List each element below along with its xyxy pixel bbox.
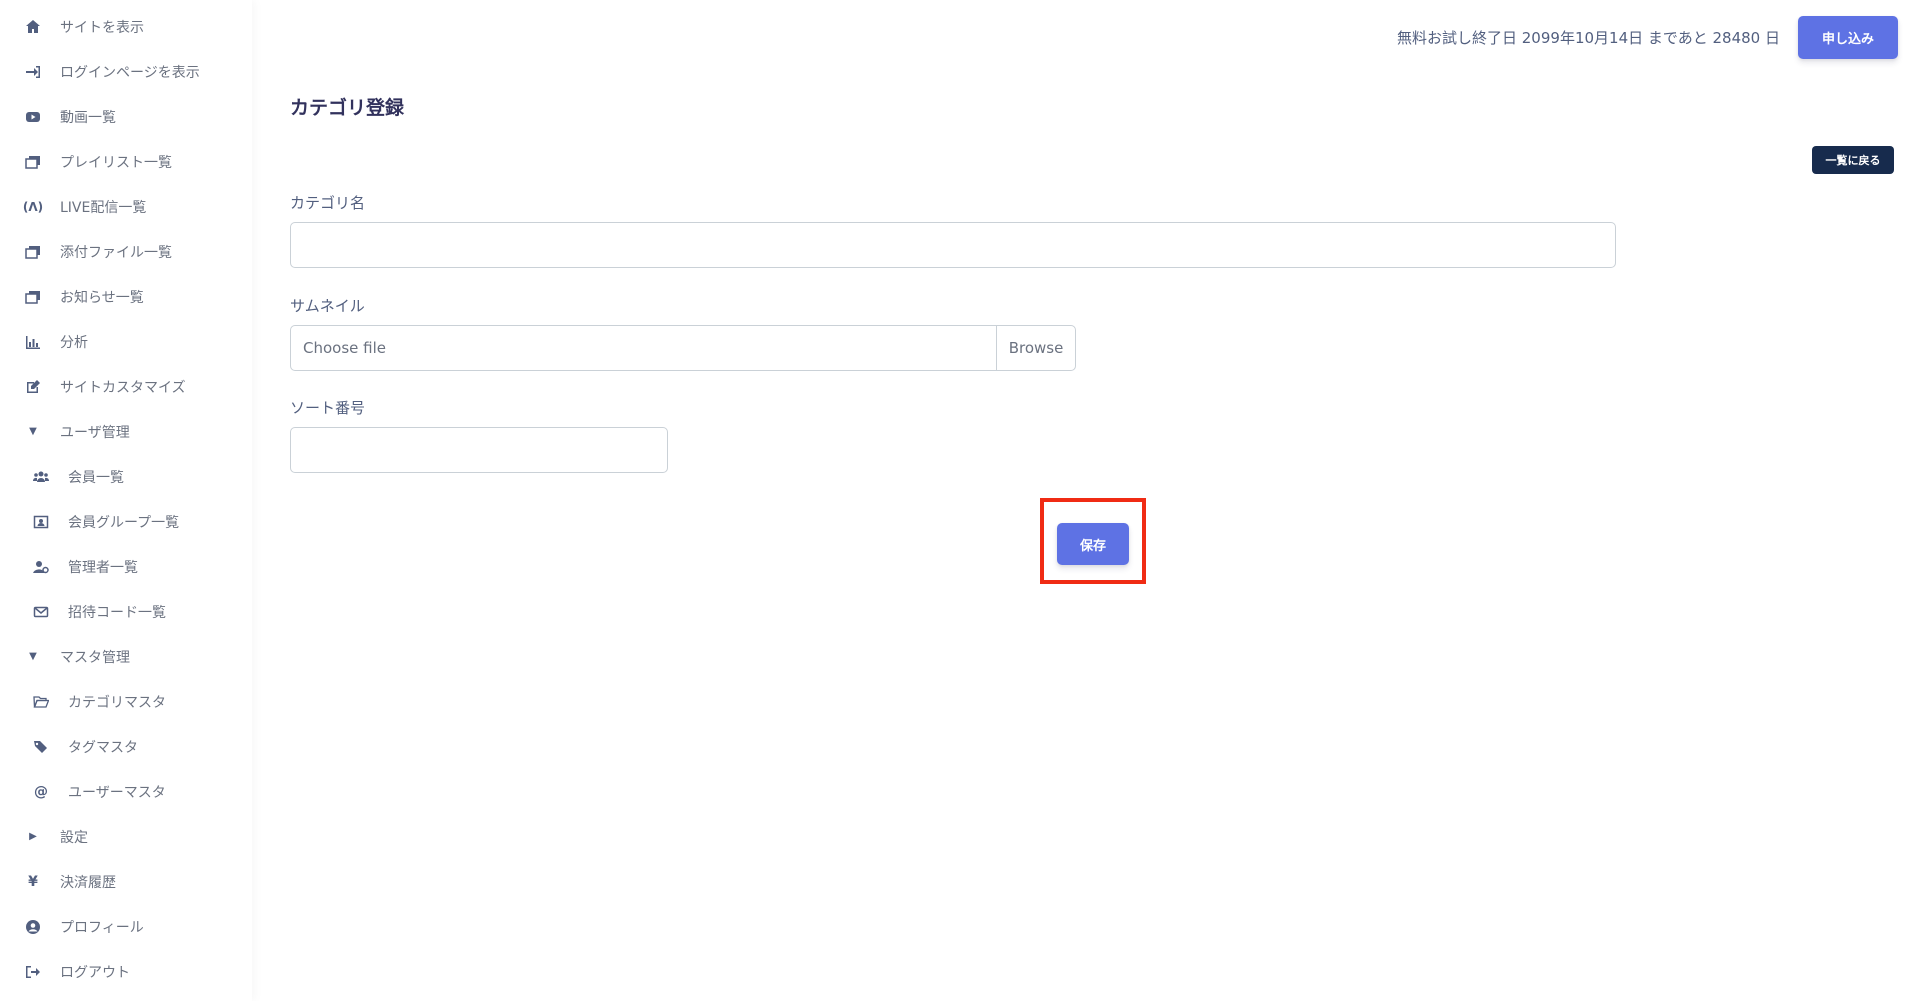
sign-in-icon — [22, 63, 44, 81]
sort-number-input[interactable] — [290, 427, 668, 473]
at-icon: @ — [34, 783, 48, 800]
sidebar-item-label: プレイリスト一覧 — [60, 154, 172, 171]
sidebar-item-label: LIVE配信一覧 — [60, 199, 147, 216]
apply-button[interactable]: 申し込み — [1798, 16, 1898, 59]
images-icon — [22, 153, 44, 171]
video-icon — [22, 108, 44, 126]
users-icon — [30, 468, 52, 486]
sidebar-item-members[interactable]: 会員一覧 — [0, 454, 252, 499]
sidebar-item-label: カテゴリマスタ — [68, 694, 166, 711]
sidebar-item-user-management[interactable]: ▼ ユーザ管理 — [0, 409, 252, 454]
sort-number-label: ソート番号 — [290, 399, 366, 417]
category-name-label: カテゴリ名 — [290, 194, 366, 212]
save-button[interactable]: 保存 — [1057, 523, 1129, 565]
sidebar-item-label: 添付ファイル一覧 — [60, 244, 172, 261]
sidebar-item-playlists[interactable]: プレイリスト一覧 — [0, 139, 252, 184]
sidebar-item-label: ユーザ管理 — [60, 424, 130, 441]
sidebar-item-label: 分析 — [60, 334, 88, 351]
user-circle-icon — [22, 918, 44, 936]
sidebar-item-view-site[interactable]: サイトを表示 — [0, 4, 252, 49]
sign-out-icon — [22, 963, 44, 981]
sidebar-item-live[interactable]: (Λ) LIVE配信一覧 — [0, 184, 252, 229]
sidebar-item-label: 招待コード一覧 — [68, 604, 166, 621]
sidebar-item-label: サイトを表示 — [60, 19, 144, 36]
sidebar-item-view-login[interactable]: ログインページを表示 — [0, 49, 252, 94]
images-icon — [22, 243, 44, 261]
sidebar-item-invite-codes[interactable]: 招待コード一覧 — [0, 589, 252, 634]
sidebar-item-admins[interactable]: 管理者一覧 — [0, 544, 252, 589]
sidebar-item-label: ユーザーマスタ — [68, 784, 166, 801]
sidebar-item-member-groups[interactable]: 会員グループ一覧 — [0, 499, 252, 544]
sidebar-item-label: 会員グループ一覧 — [68, 514, 180, 531]
sidebar-item-label: 決済履歴 — [60, 874, 116, 891]
sidebar-item-settings[interactable]: ▶ 設定 — [0, 814, 252, 859]
caret-down-icon: ▼ — [29, 651, 37, 662]
sidebar-item-label: お知らせ一覧 — [60, 289, 144, 306]
sidebar-item-label: サイトカスタマイズ — [60, 379, 186, 396]
sidebar-item-user-master[interactable]: @ ユーザーマスタ — [0, 769, 252, 814]
sidebar-item-label: プロフィール — [60, 919, 144, 936]
sidebar-item-videos[interactable]: 動画一覧 — [0, 94, 252, 139]
sidebar-item-label: 設定 — [60, 829, 88, 846]
sidebar-item-label: タグマスタ — [68, 739, 138, 756]
envelope-icon — [30, 603, 52, 621]
trial-status-text: 無料お試し終了日 2099年10月14日 まであと 28480 日 — [1397, 29, 1780, 47]
main-content: 無料お試し終了日 2099年10月14日 まであと 28480 日 申し込み カ… — [252, 0, 1920, 1001]
sidebar-item-attachments[interactable]: 添付ファイル一覧 — [0, 229, 252, 274]
edit-icon — [22, 378, 44, 396]
images-icon — [22, 288, 44, 306]
group-icon — [30, 513, 52, 531]
sidebar-item-payment-history[interactable]: ¥ 決済履歴 — [0, 859, 252, 904]
broadcast-icon: (Λ) — [22, 199, 44, 214]
sidebar-item-label: 管理者一覧 — [68, 559, 138, 576]
sidebar-item-label: ログアウト — [60, 964, 130, 981]
file-input-placeholder: Choose file — [303, 339, 386, 357]
tags-icon — [30, 738, 52, 756]
sidebar-item-category-master[interactable]: カテゴリマスタ — [0, 679, 252, 724]
sidebar-item-logout[interactable]: ログアウト — [0, 949, 252, 994]
sidebar-item-tag-master[interactable]: タグマスタ — [0, 724, 252, 769]
sidebar-item-label: 会員一覧 — [68, 469, 124, 486]
caret-down-icon: ▼ — [29, 426, 37, 437]
chart-bar-icon — [22, 333, 44, 351]
yen-icon: ¥ — [28, 873, 38, 890]
thumbnail-file-input[interactable]: Choose file Browse — [290, 325, 1076, 371]
back-to-list-button[interactable]: 一覧に戻る — [1812, 146, 1894, 174]
folder-open-icon — [30, 693, 52, 711]
sidebar-item-label: ログインページを表示 — [60, 64, 200, 81]
home-icon — [22, 18, 44, 36]
sidebar-item-profile[interactable]: プロフィール — [0, 904, 252, 949]
category-name-input[interactable] — [290, 222, 1616, 268]
top-bar: 無料お試し終了日 2099年10月14日 まであと 28480 日 申し込み — [1397, 16, 1898, 59]
sidebar-item-master-management[interactable]: ▼ マスタ管理 — [0, 634, 252, 679]
sidebar-item-analytics[interactable]: 分析 — [0, 319, 252, 364]
user-cog-icon — [30, 558, 52, 576]
page-title: カテゴリ登録 — [290, 97, 405, 119]
caret-right-icon: ▶ — [29, 831, 37, 842]
sidebar-item-site-customize[interactable]: サイトカスタマイズ — [0, 364, 252, 409]
sidebar-item-label: 動画一覧 — [60, 109, 116, 126]
browse-button[interactable]: Browse — [996, 326, 1075, 370]
thumbnail-label: サムネイル — [290, 297, 365, 315]
sidebar: サイトを表示 ログインページを表示 動画一覧 プレイリスト一覧 (Λ) LIVE… — [0, 0, 252, 1001]
sidebar-item-label: マスタ管理 — [60, 649, 130, 666]
sidebar-item-news[interactable]: お知らせ一覧 — [0, 274, 252, 319]
